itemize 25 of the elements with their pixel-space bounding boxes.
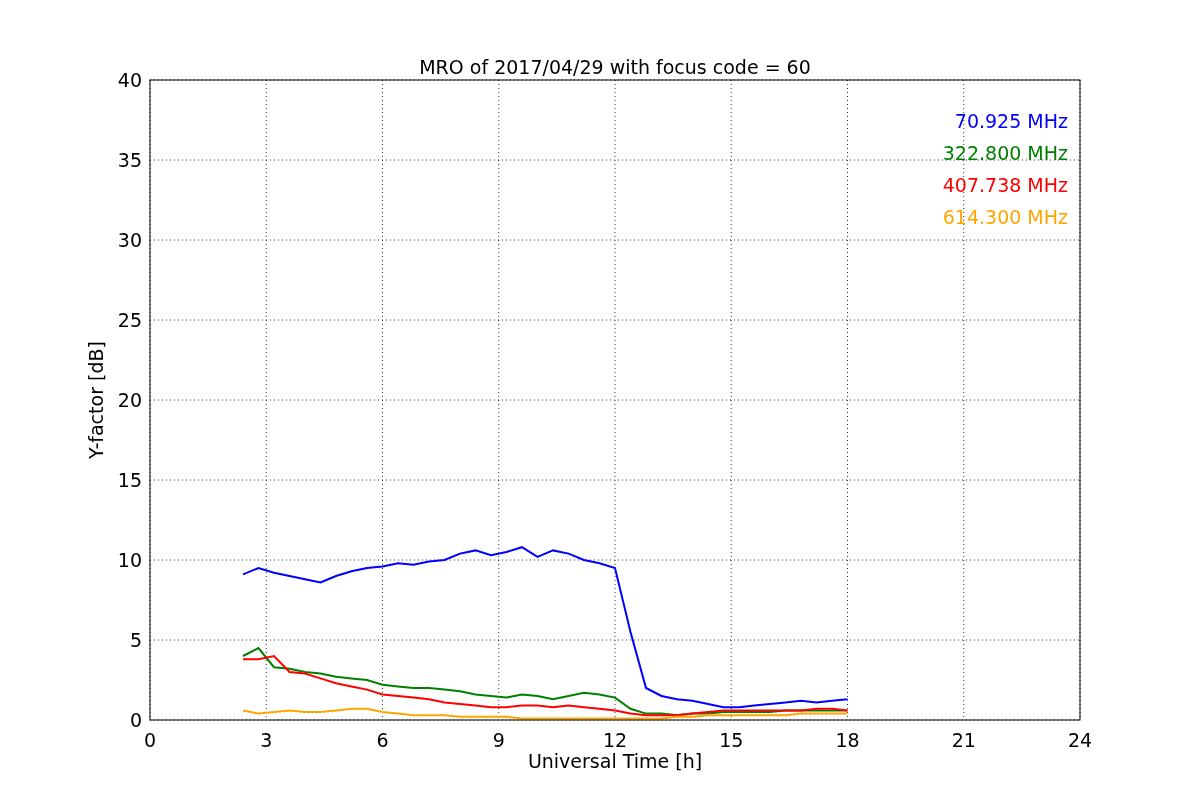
x-tick-label: 15 (719, 729, 744, 751)
x-axis-label: Universal Time [h] (527, 750, 703, 772)
x-tick-label: 3 (260, 729, 273, 751)
x-tick-label: 24 (1067, 729, 1093, 751)
legend-label: 614.300 MHz (942, 206, 1068, 228)
legend-label: 70.925 MHz (954, 110, 1068, 132)
chart-title: MRO of 2017/04/29 with focus code = 60 (419, 56, 811, 78)
legend-label: 322.800 MHz (942, 142, 1068, 164)
y-tick-label: 15 (117, 469, 142, 491)
y-tick-label: 30 (117, 229, 142, 251)
x-tick-label: 21 (951, 729, 976, 751)
x-tick-label: 6 (376, 729, 389, 751)
x-tick-label: 9 (492, 729, 505, 751)
y-tick-label: 20 (117, 389, 142, 411)
x-tick-label: 12 (602, 729, 628, 751)
y-tick-label: 25 (117, 309, 142, 331)
legend-label: 407.738 MHz (942, 174, 1068, 196)
y-axis-label: Y-factor [dB] (85, 341, 107, 459)
x-tick-label: 0 (143, 729, 157, 751)
y-tick-label: 35 (117, 149, 142, 171)
y-tick-label: 40 (117, 69, 142, 91)
y-tick-label: 10 (117, 549, 142, 571)
x-tick-label: 18 (835, 729, 860, 751)
y-tick-label: 0 (129, 709, 142, 731)
y-tick-label: 5 (129, 629, 142, 651)
